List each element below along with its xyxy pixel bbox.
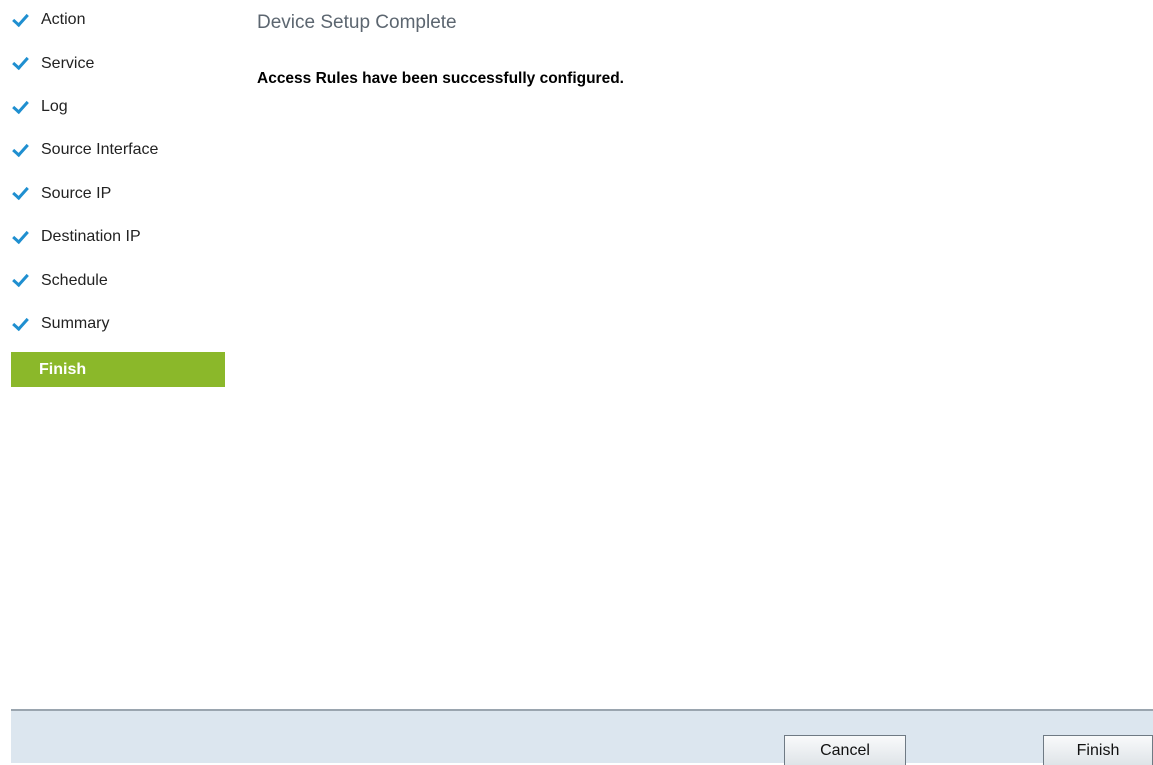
wizard-step-label: Finish <box>39 360 87 378</box>
check-icon <box>12 226 29 244</box>
wizard-step-schedule: Schedule <box>11 259 225 302</box>
wizard-step-label: Log <box>41 98 68 116</box>
check-icon <box>12 139 29 158</box>
success-message: Access Rules have been successfully conf… <box>257 70 624 87</box>
wizard-step-label: Summary <box>41 315 110 333</box>
wizard-step-source-interface: Source Interface <box>11 129 225 172</box>
cancel-button[interactable]: Cancel <box>784 735 906 765</box>
wizard-steps: Action Service Log Source Interface Sour… <box>11 0 225 387</box>
wizard-step-label: Source IP <box>41 184 112 202</box>
page-title: Device Setup Complete <box>257 12 457 33</box>
wizard-step-label: Action <box>41 11 86 28</box>
wizard-step-finish: Finish <box>11 352 225 387</box>
check-icon <box>12 9 29 27</box>
check-icon <box>12 53 29 71</box>
wizard-step-label: Source Interface <box>41 141 159 159</box>
wizard-step-service: Service <box>11 42 225 85</box>
wizard-step-summary: Summary <box>11 302 225 345</box>
wizard-step-source-ip: Source IP <box>11 172 225 215</box>
wizard-step-label: Schedule <box>41 271 108 289</box>
finish-button[interactable]: Finish <box>1043 735 1153 765</box>
wizard-step-label: Destination IP <box>41 228 141 246</box>
wizard-step-destination-ip: Destination IP <box>11 216 225 259</box>
check-icon <box>12 96 29 114</box>
wizard-step-label: Service <box>41 54 95 72</box>
check-icon <box>12 270 29 288</box>
check-icon <box>12 183 29 201</box>
check-icon <box>12 313 29 331</box>
wizard-step-log: Log <box>11 85 225 128</box>
button-bar: Cancel Finish <box>11 709 1153 765</box>
wizard-step-action: Action <box>11 0 225 42</box>
